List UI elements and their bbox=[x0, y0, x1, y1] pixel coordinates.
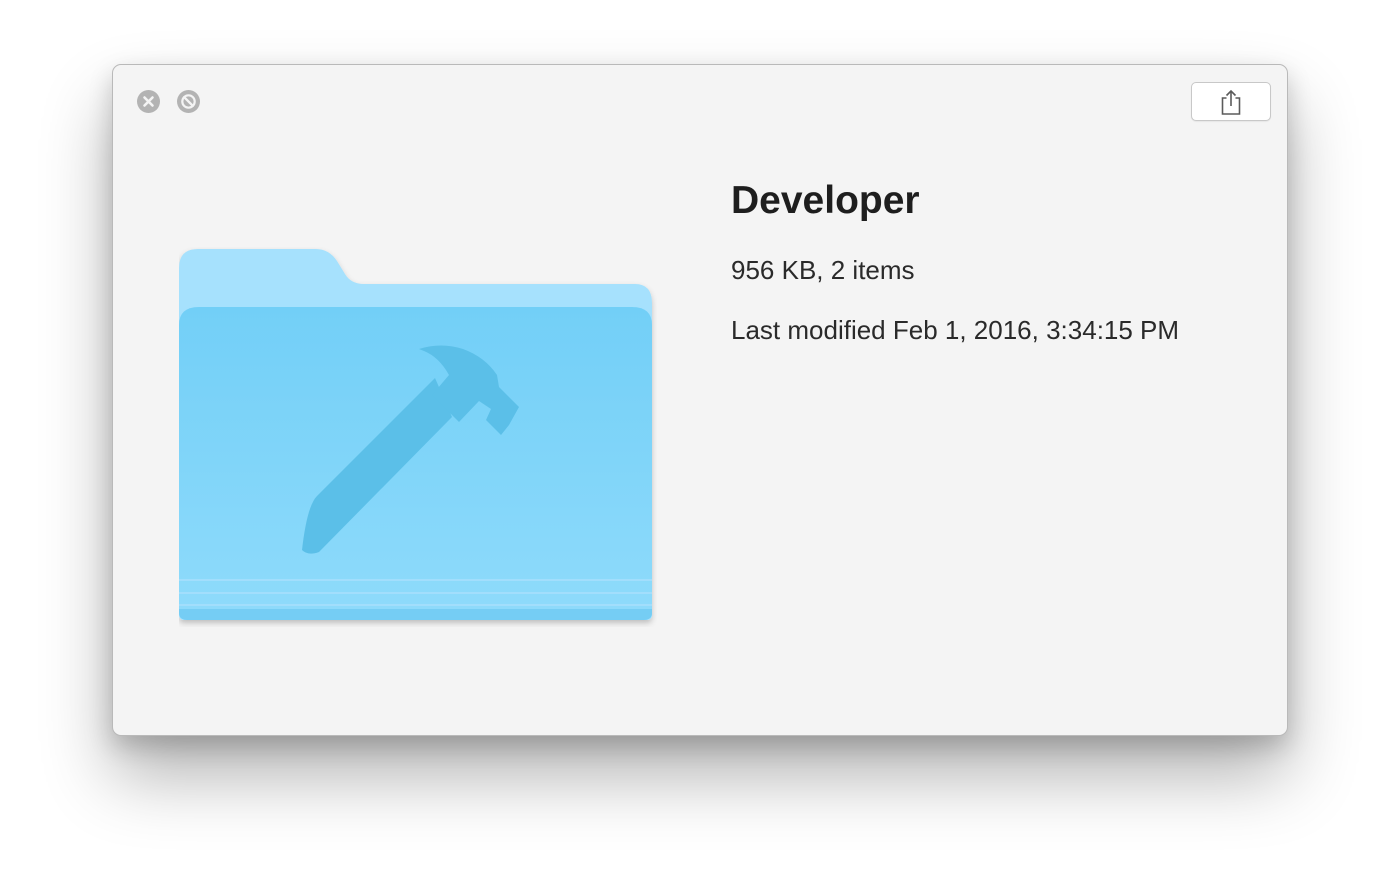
file-name: Developer bbox=[731, 179, 920, 222]
file-modified-date: Last modified Feb 1, 2016, 3:34:15 PM bbox=[731, 315, 1180, 345]
developer-folder-icon bbox=[179, 249, 652, 620]
file-size-summary: 956 KB, 2 items bbox=[731, 255, 915, 285]
close-icon bbox=[143, 96, 154, 107]
desktop: Developer 956 KB, 2 items Last modified … bbox=[0, 0, 1400, 896]
close-button[interactable] bbox=[137, 90, 160, 113]
quick-look-window: Developer 956 KB, 2 items Last modified … bbox=[112, 64, 1288, 736]
fullscreen-disabled-icon bbox=[181, 94, 196, 109]
share-icon bbox=[1221, 89, 1241, 115]
fullscreen-button[interactable] bbox=[177, 90, 200, 113]
share-button[interactable] bbox=[1191, 82, 1271, 121]
